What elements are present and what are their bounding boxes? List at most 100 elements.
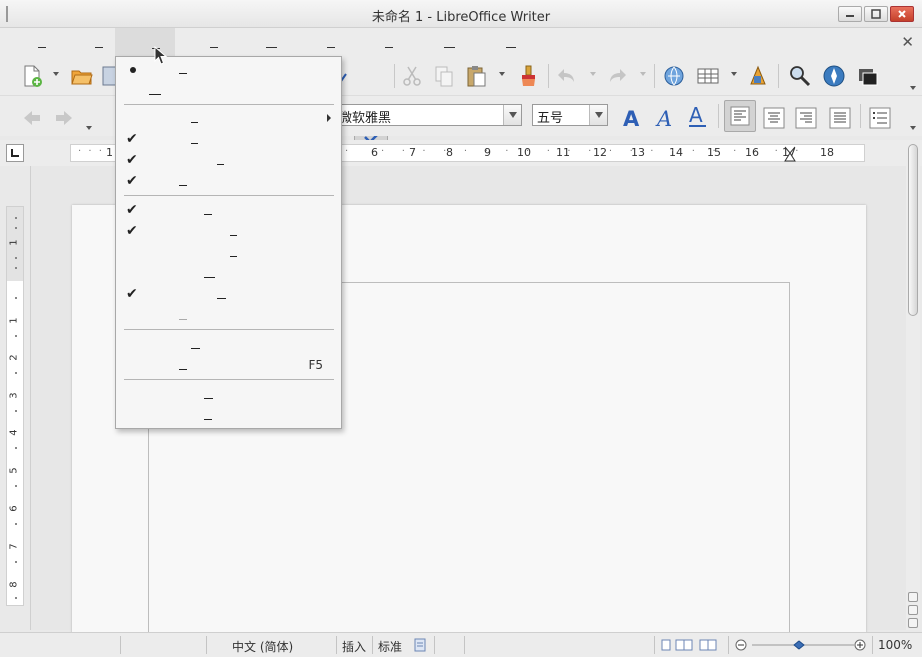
menu-file[interactable] (38, 36, 46, 48)
mouse-cursor-icon (154, 46, 168, 65)
underline-icon[interactable]: A (686, 104, 710, 128)
align-center-icon[interactable] (762, 106, 786, 130)
table-icon[interactable] (696, 64, 720, 88)
menu-window[interactable] (444, 36, 455, 48)
menu-table[interactable] (327, 36, 335, 48)
cut-icon[interactable] (400, 64, 424, 88)
back-arrow-icon[interactable] (20, 106, 44, 130)
menu-item-ruler[interactable]: ✔ (116, 171, 341, 192)
menu-item-full-screen[interactable] (116, 384, 341, 405)
hyperlink-icon[interactable] (662, 64, 686, 88)
menu-format[interactable] (266, 36, 277, 48)
menu-item-field-names[interactable] (116, 242, 341, 263)
selection-mode-status[interactable]: 标准 (378, 638, 402, 655)
zoom-percent[interactable]: 100% (878, 638, 912, 652)
menu-item-toolbars[interactable] (116, 108, 341, 129)
right-indent-marker[interactable] (783, 146, 797, 162)
menu-item-field-shadings[interactable]: ✔ (116, 221, 341, 242)
vertical-ruler[interactable]: 1 1 2 3 4 5 6 7 8 (6, 206, 24, 606)
close-icon (898, 10, 906, 18)
vertical-scrollbar[interactable] (906, 140, 920, 630)
language-status[interactable]: 中文 (简体) (232, 638, 293, 655)
table-dropdown-arrow[interactable] (731, 72, 737, 76)
align-left-icon (730, 106, 750, 126)
toolbar-handle[interactable] (84, 102, 94, 132)
checkmark-icon: ✔ (126, 202, 138, 218)
menu-item-web-layout[interactable] (116, 80, 341, 101)
redo-icon[interactable] (606, 64, 630, 88)
bold-icon[interactable]: A (620, 106, 644, 130)
clone-formatting-icon[interactable] (516, 64, 540, 88)
previous-page-button[interactable] (908, 592, 918, 602)
insert-mode-status[interactable]: 插入 (342, 638, 366, 655)
tab-type-selector[interactable] (6, 144, 24, 162)
font-name-value: 微软雅黑 (339, 111, 392, 126)
svg-text:A: A (623, 107, 640, 130)
toolbar2-overflow-button[interactable] (908, 98, 918, 134)
vruler-number: 1 (8, 239, 20, 246)
numbering-icon[interactable] (868, 106, 892, 130)
align-right-icon[interactable] (794, 106, 818, 130)
close-document-icon[interactable]: ✕ (901, 33, 914, 51)
italic-icon[interactable]: A (654, 106, 678, 130)
menu-item-input-method-status[interactable]: ✔ (116, 150, 341, 171)
title-bar: 未命名 1 - LibreOffice Writer (0, 0, 922, 28)
copy-icon[interactable] (432, 64, 456, 88)
ruler-number: 18 (820, 146, 834, 159)
maximize-button[interactable] (864, 6, 888, 22)
maximize-icon (871, 9, 881, 19)
paste-icon[interactable] (464, 64, 488, 88)
font-size-box[interactable]: 五号 (532, 104, 608, 126)
menu-item-zoom[interactable] (116, 405, 341, 426)
show-draw-functions-icon[interactable] (746, 64, 770, 88)
status-bar: 中文 (简体) 插入 标准 100% (0, 632, 922, 657)
justify-icon[interactable] (828, 106, 852, 130)
menu-item-navigator[interactable]: F5 (116, 355, 341, 376)
navigation-button[interactable] (908, 605, 918, 615)
new-document-icon[interactable] (20, 64, 44, 88)
vruler-number: 6 (8, 505, 20, 512)
menu-item-hidden-paragraphs[interactable]: ✔ (116, 284, 341, 305)
close-window-button[interactable] (890, 6, 914, 22)
toolbar-overflow-button[interactable] (908, 58, 918, 94)
view-menu-dropdown: ✔ ✔ ✔ ✔ ✔ ✔ F5 (115, 56, 342, 429)
menu-help[interactable] (506, 36, 516, 48)
font-name-dropdown[interactable] (503, 105, 521, 125)
menu-item-nonprinting-characters[interactable] (116, 263, 341, 284)
undo-icon[interactable] (554, 64, 578, 88)
checkmark-icon: ✔ (126, 223, 138, 239)
redo-dropdown-arrow[interactable] (640, 72, 646, 76)
gallery-icon[interactable] (856, 64, 880, 88)
ruler-number: 6 (371, 146, 378, 159)
forward-arrow-icon[interactable] (52, 106, 76, 130)
font-size-value: 五号 (537, 111, 564, 126)
vruler-number: 4 (8, 429, 20, 436)
menu-item-data-sources[interactable] (116, 334, 341, 355)
document-modified-icon[interactable] (413, 638, 427, 652)
window-title: 未命名 1 - LibreOffice Writer (371, 10, 551, 25)
new-dropdown-arrow[interactable] (53, 72, 59, 76)
menu-insert[interactable] (210, 36, 218, 48)
vruler-number: 3 (8, 392, 20, 399)
font-size-dropdown[interactable] (589, 105, 607, 125)
menu-item-status-bar[interactable]: ✔ (116, 129, 341, 150)
paste-dropdown-arrow[interactable] (499, 72, 505, 76)
scrollbar-thumb[interactable] (908, 144, 918, 316)
menu-item-text-boundaries[interactable]: ✔ (116, 200, 341, 221)
view-layout-icons[interactable] (660, 638, 720, 652)
align-left-button[interactable] (724, 100, 756, 132)
find-replace-icon[interactable] (788, 64, 812, 88)
undo-dropdown-arrow[interactable] (590, 72, 596, 76)
menu-tools[interactable] (385, 36, 393, 48)
menu-edit[interactable] (95, 36, 103, 48)
menu-item-print-layout[interactable] (116, 59, 341, 80)
open-icon[interactable] (70, 64, 94, 88)
font-name-box[interactable]: 微软雅黑 (330, 104, 522, 126)
navigator-icon[interactable] (822, 64, 846, 88)
left-tab-icon (11, 149, 19, 157)
vruler-number: 2 (8, 354, 20, 361)
vruler-number: 5 (8, 467, 20, 474)
next-page-button[interactable] (908, 618, 918, 628)
minimize-button[interactable] (838, 6, 862, 22)
zoom-slider[interactable] (734, 638, 868, 652)
